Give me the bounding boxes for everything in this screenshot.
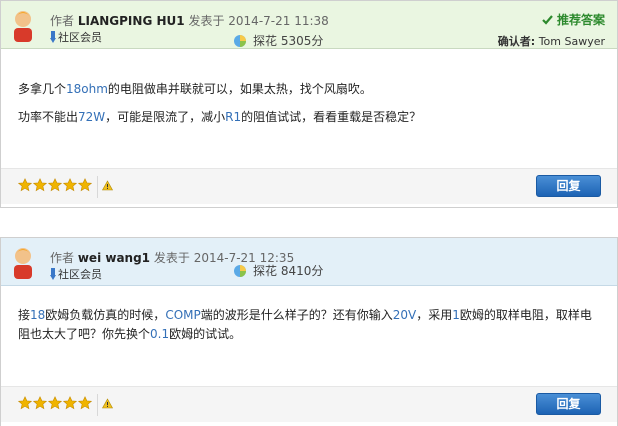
- body-text: ，采用: [416, 308, 453, 322]
- avatar[interactable]: [11, 8, 35, 42]
- body-text: 欧姆负载仿真的时候，: [45, 308, 166, 322]
- points-icon: [234, 35, 246, 47]
- post-footer: 回复: [1, 168, 617, 204]
- report-icon[interactable]: [102, 180, 113, 191]
- body-line: 阻也太大了吧？你先换个0.1欧姆的试试。: [18, 325, 603, 344]
- star-icon[interactable]: [78, 396, 92, 410]
- confirm-user[interactable]: Tom Sawyer: [539, 35, 605, 48]
- post-date: 2014-7-21 11:38: [228, 14, 329, 28]
- accepted-answer-badge: 推荐答案: [542, 11, 605, 28]
- post-header: 作者 wei wang1 发表于 2014-7-21 12:35 社区会员 探花…: [1, 238, 617, 286]
- star-icon[interactable]: [63, 396, 77, 410]
- star-icon[interactable]: [48, 178, 62, 192]
- star-icon[interactable]: [33, 396, 47, 410]
- body-text: 阻也太大了吧？你先换个: [18, 327, 151, 341]
- star-icon[interactable]: [33, 178, 47, 192]
- star-icon[interactable]: [63, 178, 77, 192]
- points-value: 5305分: [280, 34, 324, 48]
- author-line: 作者 LIANGPING HU1 发表于 2014-7-21 11:38: [50, 12, 329, 29]
- star-icon[interactable]: [48, 396, 62, 410]
- points-label: 探花: [253, 264, 278, 278]
- points-icon: [234, 265, 246, 277]
- reply-button[interactable]: 回复: [536, 175, 601, 197]
- body-text: 的电阻做串并联就可以，如果太热，找个风扇吹。: [107, 82, 372, 96]
- body-text: 功率不能出: [18, 110, 79, 124]
- confirmed-by: 确认者: Tom Sawyer: [498, 33, 605, 49]
- member-icon: [50, 268, 56, 280]
- divider: [97, 176, 98, 198]
- body-text: 多拿几个: [18, 82, 67, 96]
- star-icon[interactable]: [18, 396, 32, 410]
- body-line: 接18欧姆负载仿真的时候，COMP端的波形是什么样子的？还有你输入20V，采用1…: [18, 306, 603, 325]
- body-number: 0.1: [150, 327, 170, 341]
- confirm-label: 确认者:: [497, 35, 536, 48]
- rating-stars[interactable]: [18, 178, 93, 194]
- body-text: 端的波形是什么样子的？还有你输入: [200, 308, 393, 322]
- body-number: 18: [30, 308, 46, 322]
- body-number: 18ohm: [66, 82, 108, 96]
- role-label: 社区会员: [58, 268, 102, 281]
- body-text: 的阻值试试，看看重载是否稳定？: [241, 110, 422, 124]
- body-text: 欧姆的取样电阻，取样电: [459, 308, 592, 322]
- points: 探花 5305分: [233, 32, 323, 49]
- post-footer: 回复: [1, 386, 617, 422]
- posted-prefix: 发表于: [188, 14, 225, 28]
- member-role: 社区会员: [50, 29, 102, 45]
- body-text: ，可能是限流了，减小: [105, 110, 226, 124]
- body-number: 1: [452, 308, 460, 322]
- accepted-label: 推荐答案: [556, 13, 605, 27]
- author-name[interactable]: LIANGPING HU1: [78, 14, 185, 28]
- points-value: 8410分: [280, 264, 324, 278]
- body-number: COMP: [165, 308, 201, 322]
- rating-stars[interactable]: [18, 396, 93, 412]
- author-prefix: 作者: [50, 14, 75, 28]
- post-header: 作者 LIANGPING HU1 发表于 2014-7-21 11:38 社区会…: [1, 1, 617, 49]
- member-icon: [50, 31, 56, 43]
- posted-prefix: 发表于: [153, 251, 190, 265]
- body-number: 20V: [392, 308, 417, 322]
- divider: [97, 394, 98, 416]
- body-line: 多拿几个18ohm的电阻做串并联就可以，如果太热，找个风扇吹。: [18, 80, 421, 99]
- body-text: 欧姆的试试。: [169, 327, 242, 341]
- report-icon[interactable]: [102, 398, 113, 409]
- check-icon: [542, 15, 553, 25]
- star-icon[interactable]: [78, 178, 92, 192]
- avatar[interactable]: [11, 245, 35, 279]
- points-label: 探花: [253, 34, 278, 48]
- role-label: 社区会员: [58, 31, 102, 44]
- author-prefix: 作者: [50, 251, 75, 265]
- body-number: 72W: [78, 110, 106, 124]
- post-2-body: 接18欧姆负载仿真的时候，COMP端的波形是什么样子的？还有你输入20V，采用1…: [18, 306, 603, 353]
- star-icon[interactable]: [18, 178, 32, 192]
- body-text: 接: [18, 308, 31, 322]
- member-role: 社区会员: [50, 266, 102, 282]
- author-name[interactable]: wei wang1: [78, 251, 150, 265]
- post-1-body: 多拿几个18ohm的电阻做串并联就可以，如果太热，找个风扇吹。 功率不能出72W…: [18, 80, 421, 136]
- body-line: 功率不能出72W，可能是限流了，减小R1的阻值试试，看看重载是否稳定？: [18, 108, 421, 127]
- points: 探花 8410分: [233, 262, 323, 279]
- reply-button[interactable]: 回复: [536, 393, 601, 415]
- body-number: R1: [225, 110, 242, 124]
